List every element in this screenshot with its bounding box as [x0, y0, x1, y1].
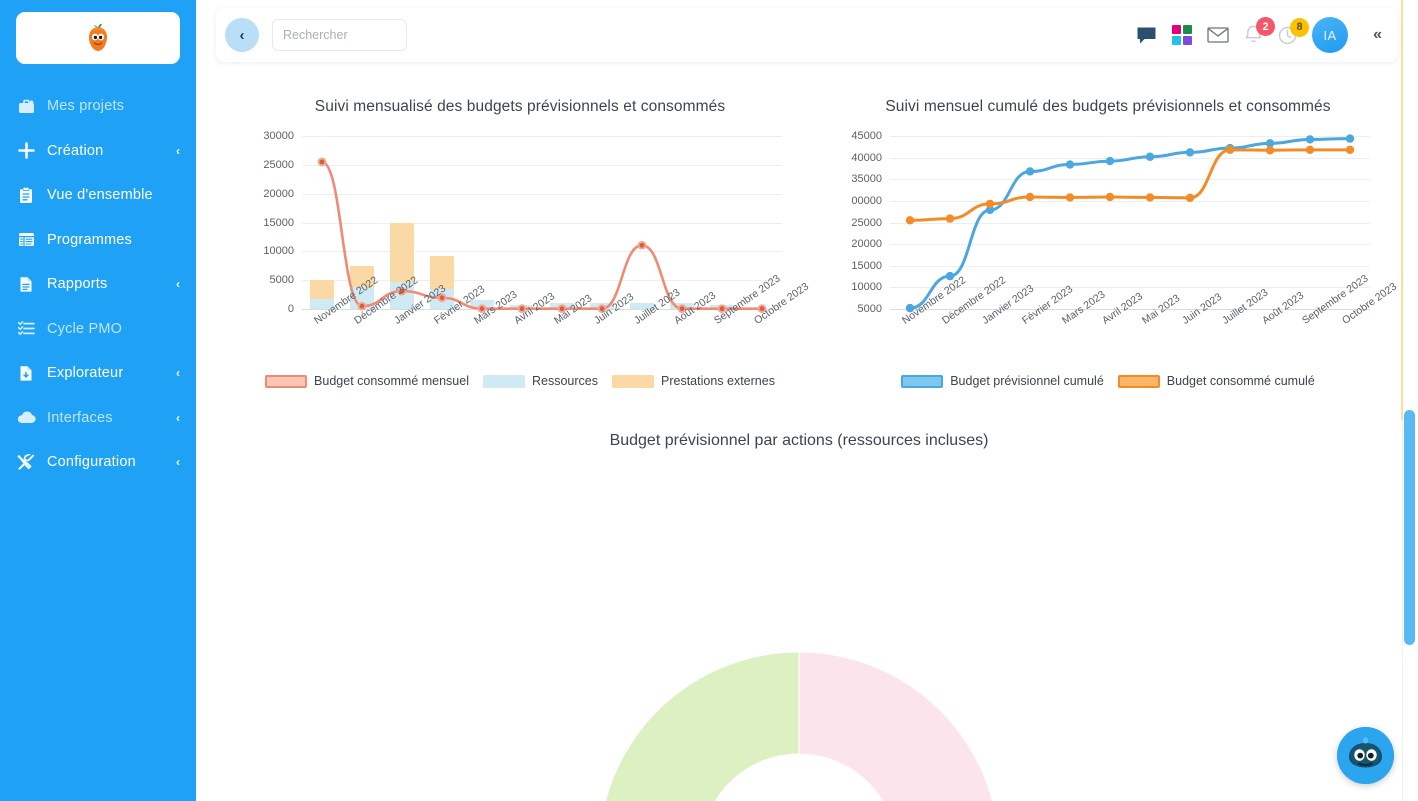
- mail-icon[interactable]: [1207, 27, 1229, 43]
- legend-label: Prestations externes: [661, 374, 775, 388]
- main-content: Suivi mensualisé des budgets prévisionne…: [196, 70, 1402, 801]
- table-icon: [14, 230, 38, 250]
- donut-slice[interactable]: [798, 651, 999, 801]
- apps-grid-icon[interactable]: [1172, 25, 1193, 45]
- sidebar-item-mes-projets[interactable]: Mes projets: [0, 84, 196, 129]
- legend-swatch: [612, 374, 654, 388]
- sidebar-item-label: Explorateur: [47, 365, 124, 382]
- cloud-icon: [14, 408, 38, 428]
- legend-swatch: [901, 374, 944, 388]
- y-axis-tick: 25000: [851, 216, 882, 229]
- file-download-icon: [14, 363, 38, 383]
- sidebar-item-explorateur[interactable]: Explorateur ‹: [0, 351, 196, 396]
- page-scrollbar-track[interactable]: [1401, 0, 1418, 801]
- legend-item[interactable]: Budget prévisionnel cumulé: [901, 374, 1104, 388]
- apple-logo-icon: [89, 23, 107, 51]
- y-axis-tick: 15000: [851, 259, 882, 272]
- donut-svg: [603, 651, 999, 801]
- y-axis-tick: 45000: [851, 130, 882, 142]
- chart-card-monthly: Suivi mensualisé des budgets prévisionne…: [240, 98, 811, 438]
- page-scrollbar-thumb[interactable]: [1404, 410, 1415, 645]
- donut-chart[interactable]: [599, 651, 999, 801]
- chart-title: Suivi mensualisé des budgets prévisionne…: [314, 98, 726, 115]
- sidebar-item-creation[interactable]: Création ‹: [0, 129, 196, 174]
- app-logo[interactable]: [16, 12, 180, 64]
- chart-legend: Budget consommé mensuel Ressources Prestat…: [240, 374, 800, 388]
- y-axis-tick: 0: [287, 303, 294, 315]
- topbar: ‹ 2 8 IA «: [216, 8, 1398, 62]
- avatar[interactable]: IA: [1312, 17, 1349, 53]
- donut-slice[interactable]: [603, 651, 800, 801]
- topbar-actions: 2 8 IA «: [1136, 17, 1398, 53]
- y-axis-tick: 10000: [263, 245, 294, 258]
- sidebar-item-cycle-pmo[interactable]: Cycle PMO: [0, 307, 196, 352]
- y-axis-tick: 40000: [851, 151, 882, 164]
- legend-item[interactable]: Budget consommé mensuel: [265, 374, 469, 388]
- y-axis-tick: 35000: [851, 173, 882, 186]
- y-axis-tick: 25000: [263, 158, 294, 171]
- y-axis-tick: 20000: [263, 187, 294, 200]
- legend-label: Budget consommé mensuel: [314, 374, 469, 388]
- legend-label: Budget consommé cumulé: [1166, 374, 1315, 388]
- sidebar-item-label: Vue d'ensemble: [47, 187, 153, 204]
- chevron-left-icon: ‹: [176, 455, 180, 470]
- bell-badge: 2: [1256, 17, 1276, 36]
- sidebar-item-label: Interfaces: [47, 409, 113, 426]
- legend-item[interactable]: Prestations externes: [612, 374, 775, 388]
- sidebar-item-programmes[interactable]: Programmes: [0, 218, 196, 263]
- sidebar-item-configuration[interactable]: Configuration ‹: [0, 440, 196, 485]
- chevron-left-icon: ‹: [176, 410, 180, 425]
- chat-icon[interactable]: [1136, 26, 1157, 45]
- tasks-list-icon: [14, 319, 38, 339]
- search-input[interactable]: [272, 19, 407, 51]
- sidebar: Mes projets Création ‹ Vue d'ensemble Pr…: [0, 0, 196, 801]
- legend-swatch: [483, 374, 525, 388]
- chart-card-cumulative: Suivi mensuel cumulé des budgets prévisi…: [828, 98, 1399, 438]
- y-axis-tick: 5000: [269, 274, 294, 287]
- chatbot-button[interactable]: [1337, 727, 1394, 784]
- chart-title: Budget prévisionnel par actions (ressour…: [609, 432, 989, 449]
- y-axis-tick: 15000: [263, 216, 294, 229]
- timer-icon[interactable]: 8: [1278, 17, 1310, 45]
- sidebar-item-interfaces[interactable]: Interfaces ‹: [0, 396, 196, 441]
- y-axis-tick: 30000: [263, 130, 294, 142]
- sidebar-item-label: Cycle PMO: [47, 320, 123, 337]
- y-axis-tick: 5000: [857, 303, 882, 315]
- scroll-accent-line: [1401, 0, 1403, 420]
- sidebar-item-rapports[interactable]: Rapports ‹: [0, 262, 196, 307]
- collapse-sidebar-button[interactable]: «: [1373, 26, 1382, 44]
- legend-item[interactable]: Budget consommé cumulé: [1117, 374, 1315, 388]
- plus-icon: [14, 141, 38, 161]
- y-axis-tick: 10000: [851, 281, 882, 294]
- sidebar-nav: Mes projets Création ‹ Vue d'ensemble Pr…: [0, 84, 196, 485]
- sidebar-item-label: Création: [47, 142, 104, 159]
- y-axis-tick: 20000: [851, 238, 882, 251]
- sidebar-item-label: Mes projets: [47, 98, 125, 115]
- legend-item[interactable]: Ressources: [483, 374, 598, 388]
- chatbot-robot-icon: [1337, 727, 1394, 784]
- sidebar-item-vue-densemble[interactable]: Vue d'ensemble: [0, 173, 196, 218]
- chevron-left-icon: ‹: [176, 277, 180, 292]
- sidebar-item-label: Programmes: [47, 231, 132, 248]
- sidebar-item-label: Configuration: [47, 454, 136, 471]
- back-button[interactable]: ‹: [225, 18, 259, 52]
- legend-swatch: [1117, 374, 1160, 388]
- legend-swatch: [265, 374, 308, 388]
- chevron-left-icon: ‹: [176, 143, 180, 158]
- legend-label: Budget prévisionnel cumulé: [950, 374, 1104, 388]
- chevron-left-icon: ‹: [176, 366, 180, 381]
- chart-legend: Budget prévisionnel cumulé Budget consomm…: [828, 374, 1388, 388]
- timer-badge: 8: [1290, 17, 1310, 37]
- legend-label: Ressources: [532, 374, 598, 388]
- chart-title: Suivi mensuel cumulé des budgets prévisi…: [885, 98, 1331, 115]
- app-root: Mes projets Création ‹ Vue d'ensemble Pr…: [0, 0, 1418, 801]
- document-icon: [14, 274, 38, 294]
- tools-icon: [14, 452, 38, 472]
- sidebar-item-label: Rapports: [47, 276, 108, 293]
- clipboard-icon: [14, 185, 38, 205]
- bell-icon[interactable]: 2: [1244, 17, 1276, 45]
- y-axis-tick: 00000: [851, 194, 882, 207]
- briefcase-icon: [14, 96, 38, 116]
